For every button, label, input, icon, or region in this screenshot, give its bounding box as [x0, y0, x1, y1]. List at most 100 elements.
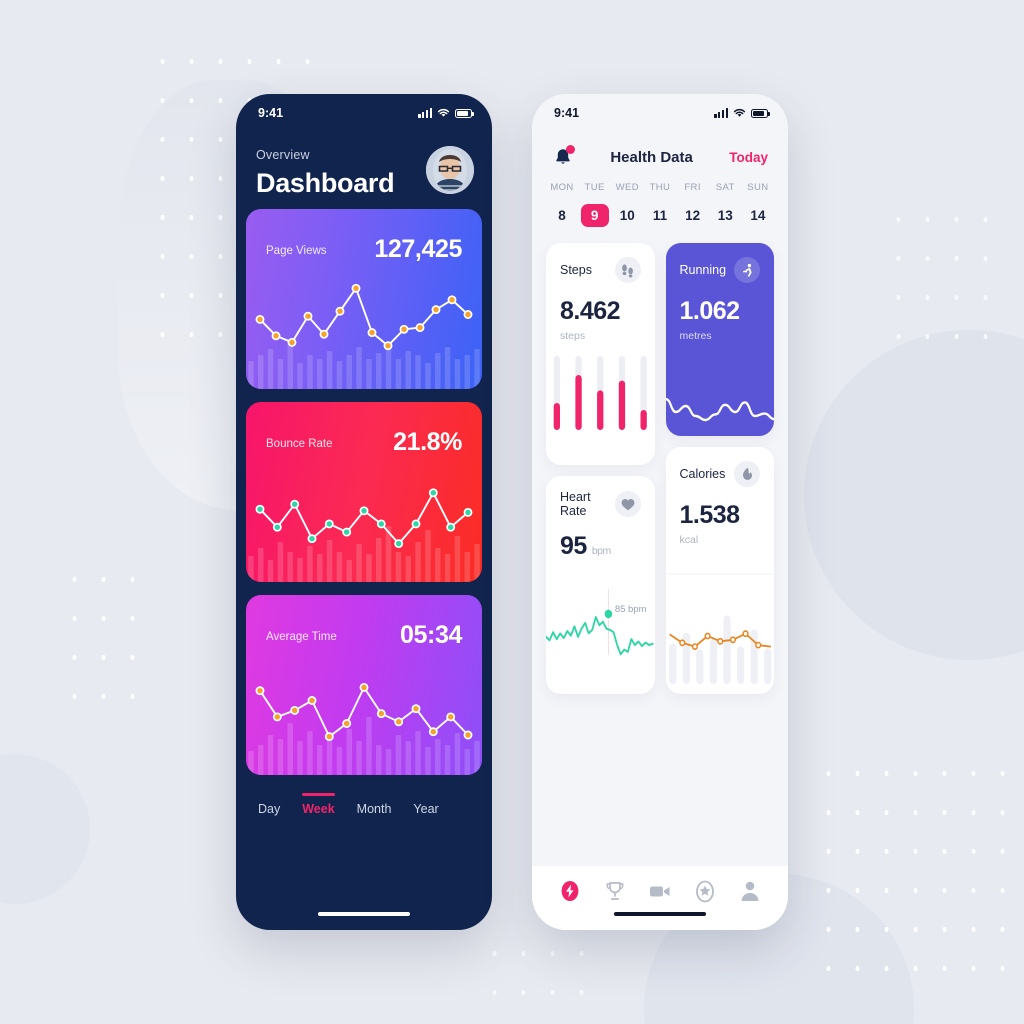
tab-trophy[interactable]	[602, 878, 628, 904]
period-tab-month[interactable]: Month	[357, 793, 392, 816]
day-number: 8	[558, 208, 566, 223]
bounce-rate-chart	[248, 488, 480, 582]
background-dot-grid	[480, 934, 600, 1014]
steps-bar-chart	[553, 356, 647, 430]
card-unit: bpm	[591, 545, 611, 557]
wifi-icon	[733, 108, 746, 117]
metric-card-bounce-rate[interactable]: Bounce Rate 21.8%	[246, 402, 482, 582]
day-cell-sun[interactable]: SUN 14	[744, 182, 772, 227]
health-phone-mockup: 9:41 Health Data Today MON 8 TUE 9 WED 1…	[532, 94, 788, 930]
notification-badge	[566, 145, 575, 154]
status-bar-time: 9:41	[554, 106, 580, 120]
today-button[interactable]: Today	[729, 150, 768, 165]
health-card-steps[interactable]: Steps 8.462 steps	[546, 243, 655, 465]
heart-icon	[614, 491, 641, 517]
day-name: SAT	[715, 182, 735, 193]
day-cell-fri[interactable]: FRI 12	[679, 182, 707, 227]
heart-rate-chart	[546, 589, 654, 656]
background-blob	[0, 754, 90, 904]
page-views-chart	[248, 283, 480, 389]
tab-profile[interactable]	[737, 878, 763, 904]
tab-badge[interactable]	[692, 878, 718, 904]
day-number: 14	[750, 208, 766, 223]
card-title: Running	[679, 263, 727, 277]
status-bar: 9:41	[532, 94, 788, 132]
video-camera-icon	[649, 886, 670, 897]
user-avatar[interactable]	[426, 146, 474, 194]
day-number: 10	[619, 208, 635, 223]
metric-card-page-views[interactable]: Page Views 127,425	[246, 209, 482, 389]
flame-icon	[734, 461, 760, 487]
bottom-tab-bar	[532, 866, 788, 930]
metric-card-label: Page Views	[266, 245, 327, 257]
day-name: SUN	[747, 182, 769, 193]
cellular-signal-icon	[714, 108, 728, 118]
home-indicator	[614, 911, 706, 916]
metric-card-list: Page Views 127,425 Bounce Rate 21.8% Ave…	[236, 199, 492, 775]
wifi-icon	[437, 108, 450, 117]
heart-rate-marker-label: 85 bpm	[614, 604, 647, 615]
card-unit: steps	[560, 330, 586, 342]
activity-bolt-icon	[561, 881, 579, 901]
day-name: TUE	[584, 182, 605, 193]
health-column-left: Steps 8.462 steps Heart Rate 95 bpm 85 b…	[546, 243, 655, 694]
card-unit: metres	[679, 330, 712, 342]
day-name: WED	[615, 182, 639, 193]
card-title: Steps	[560, 263, 592, 277]
day-name: FRI	[684, 182, 701, 193]
background-dot-grid	[884, 200, 1004, 360]
metric-card-label: Bounce Rate	[266, 438, 333, 450]
card-value: 8.462	[560, 297, 621, 325]
period-tab-week[interactable]: Week	[302, 793, 336, 816]
health-card-calories[interactable]: Calories 1.538 kcal	[665, 447, 774, 694]
calories-chart	[665, 573, 774, 684]
day-number: 12	[685, 208, 701, 223]
battery-icon	[455, 108, 474, 118]
health-card-running[interactable]: Running 1.062 metres	[665, 243, 774, 436]
profile-person-icon	[741, 881, 758, 901]
period-tab-year[interactable]: Year	[413, 793, 438, 816]
card-value: 1.538	[679, 501, 741, 529]
day-name: THU	[649, 182, 671, 193]
day-cell-sat[interactable]: SAT 13	[711, 182, 739, 227]
health-column-right: Running 1.062 metres Calories 1.538 kcal	[665, 243, 774, 694]
background-dot-grid	[814, 754, 1014, 1004]
notification-bell-icon[interactable]	[552, 145, 575, 168]
metric-card-label: Average Time	[266, 631, 337, 643]
running-icon	[734, 257, 760, 283]
tab-activity[interactable]	[557, 878, 583, 904]
status-bar: 9:41	[236, 94, 492, 132]
day-cell-wed[interactable]: WED 10	[613, 182, 641, 227]
day-cell-thu[interactable]: THU 11	[646, 182, 674, 227]
card-title: Heart Rate	[560, 490, 591, 518]
card-unit: kcal	[679, 534, 699, 546]
page-title: Health Data	[610, 148, 693, 166]
period-tab-day[interactable]: Day	[258, 793, 280, 816]
dashboard-phone-mockup: 9:41 Overview Dashboard Page Views 127,4…	[236, 94, 492, 930]
metric-card-average-time[interactable]: Average Time 05:34	[246, 595, 482, 775]
dashboard-header: Overview Dashboard	[236, 132, 492, 199]
background-dot-grid	[60, 560, 150, 720]
day-cell-mon[interactable]: MON 8	[548, 182, 576, 227]
background-decoration	[0, 0, 1024, 1024]
card-value: 95	[560, 532, 587, 560]
period-tab-bar: Day Week Month Year	[236, 775, 492, 816]
day-name: MON	[550, 182, 574, 193]
health-header: Health Data Today	[532, 132, 788, 168]
home-indicator	[318, 911, 410, 916]
background-blob	[804, 330, 1024, 660]
badge-star-icon	[695, 880, 714, 902]
day-number: 9	[580, 204, 609, 227]
running-line-chart	[665, 398, 774, 422]
health-card-heart-rate[interactable]: Heart Rate 95 bpm 85 bpm	[546, 476, 655, 694]
health-card-grid: Steps 8.462 steps Heart Rate 95 bpm 85 b…	[532, 243, 788, 694]
tab-video[interactable]	[647, 878, 673, 904]
average-time-chart	[248, 682, 480, 775]
card-value: 1.062	[679, 297, 741, 325]
day-cell-tue[interactable]: TUE 9	[580, 182, 609, 227]
card-title: Calories	[679, 467, 726, 481]
cellular-signal-icon	[418, 108, 432, 118]
card-value-row: 95 bpm	[546, 518, 655, 561]
day-number: 13	[717, 208, 733, 223]
battery-icon	[751, 108, 770, 118]
